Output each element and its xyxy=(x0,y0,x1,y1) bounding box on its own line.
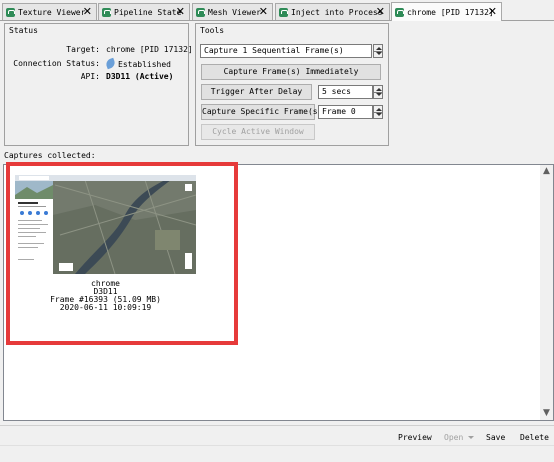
specific-frame-spinner[interactable] xyxy=(373,105,383,119)
target-row: Target: chrome [PID 17132] xyxy=(5,45,192,54)
target-label: Target: xyxy=(66,45,100,54)
tab-label: Inject into Process xyxy=(291,7,383,17)
sequential-frames-field[interactable]: Capture 1 Sequential Frame(s) xyxy=(200,44,372,58)
close-icon[interactable]: ✕ xyxy=(259,5,268,18)
status-group: Status Target: chrome [PID 17132] Connec… xyxy=(4,23,193,146)
tab-label: Pipeline State xyxy=(114,7,182,17)
scroll-up-icon[interactable]: ▲ xyxy=(540,165,553,178)
scroll-down-icon[interactable]: ▼ xyxy=(540,407,553,420)
status-strip xyxy=(0,445,554,462)
viewer-icon xyxy=(395,7,404,17)
tab-pipeline-state[interactable]: Pipeline State ✕ xyxy=(98,3,190,20)
tab-inject-into-process[interactable]: Inject into Process ✕ xyxy=(275,3,390,20)
open-button[interactable]: Open xyxy=(444,433,475,442)
close-icon[interactable]: ✕ xyxy=(176,5,185,18)
tab-label: chrome [PID 17132] xyxy=(407,7,494,17)
tab-label: Texture Viewer xyxy=(18,7,86,17)
target-value: chrome [PID 17132] xyxy=(106,45,193,54)
chevron-down-icon xyxy=(468,436,475,439)
tools-group-title: Tools xyxy=(200,26,225,35)
save-button[interactable]: Save xyxy=(486,433,505,442)
delete-button[interactable]: Delete xyxy=(520,433,549,442)
specific-frame-field[interactable]: Frame 0 xyxy=(318,105,373,119)
connection-label: Connection Status: xyxy=(13,59,100,68)
connection-row: Connection Status: Established xyxy=(5,57,171,70)
open-label: Open xyxy=(444,433,464,442)
close-icon[interactable]: ✕ xyxy=(488,5,497,18)
sequential-frames-spinner[interactable] xyxy=(373,44,383,58)
tools-group: Tools Capture 1 Sequential Frame(s) Capt… xyxy=(195,23,389,146)
viewer-icon xyxy=(102,7,111,17)
connection-value: Established xyxy=(118,60,171,69)
capture-now-button[interactable]: Capture Frame(s) Immediately xyxy=(201,64,381,80)
api-value: D3D11 (Active) xyxy=(106,72,174,81)
selection-highlight xyxy=(6,162,238,345)
viewer-icon xyxy=(6,7,15,17)
tab-texture-viewer[interactable]: Texture Viewer ✕ xyxy=(2,3,97,20)
api-row: API: D3D11 (Active) xyxy=(5,72,174,81)
captures-label: Captures collected: xyxy=(4,151,96,160)
tab-chrome-connection[interactable]: chrome [PID 17132] ✕ xyxy=(391,2,502,21)
delay-spinner[interactable] xyxy=(373,85,383,99)
capture-specific-button[interactable]: Capture Specific Frame(s): xyxy=(201,104,327,120)
tab-label: Mesh Viewer xyxy=(208,7,261,17)
viewer-icon xyxy=(279,7,288,17)
close-icon[interactable]: ✕ xyxy=(376,5,385,18)
viewer-icon xyxy=(196,7,205,17)
status-group-title: Status xyxy=(9,26,38,35)
close-icon[interactable]: ✕ xyxy=(83,5,92,18)
vertical-scrollbar[interactable]: ▲ ▼ xyxy=(540,165,553,420)
trigger-after-delay-button[interactable]: Trigger After Delay xyxy=(201,84,312,100)
capture-actions-bar: Preview Open Save Delete xyxy=(0,425,554,445)
tab-bar: Texture Viewer ✕ Pipeline State ✕ Mesh V… xyxy=(0,0,554,21)
connection-icon xyxy=(104,57,117,70)
tab-mesh-viewer[interactable]: Mesh Viewer ✕ xyxy=(192,3,273,20)
api-label: API: xyxy=(80,72,100,81)
preview-button[interactable]: Preview xyxy=(398,433,432,442)
cycle-active-window-button[interactable]: Cycle Active Window xyxy=(201,124,315,140)
delay-field[interactable]: 5 secs xyxy=(318,85,373,99)
